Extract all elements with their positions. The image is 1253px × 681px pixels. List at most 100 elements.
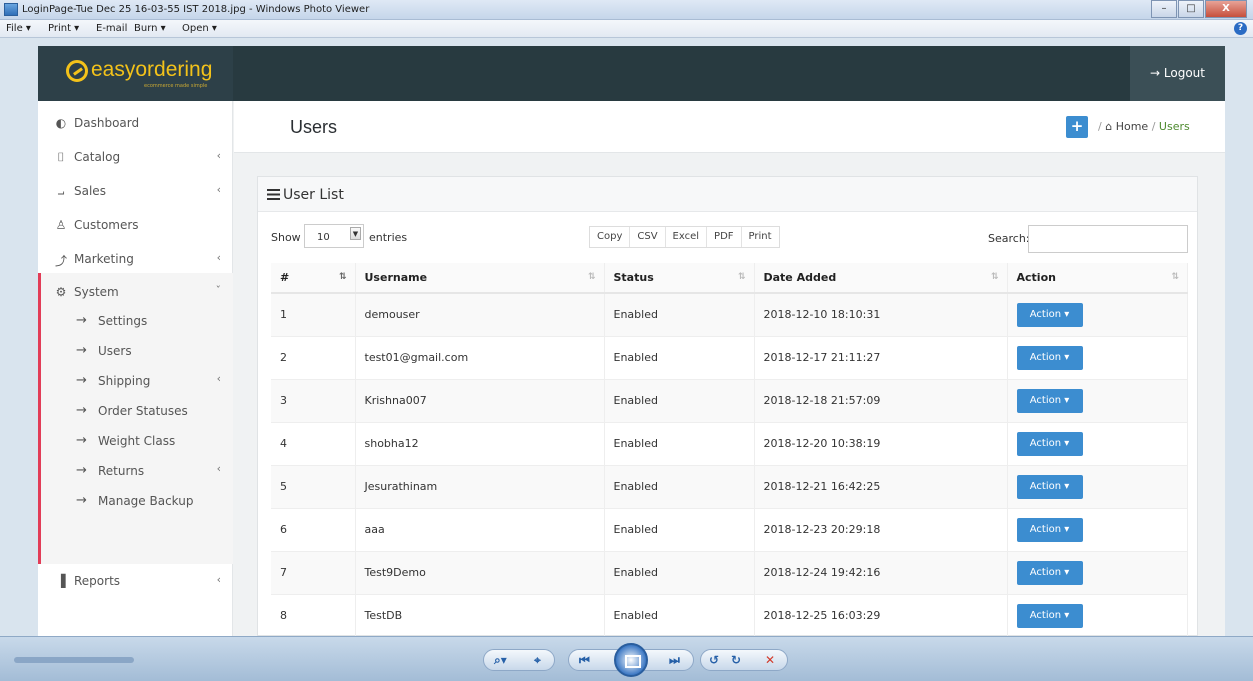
- cell-date-added: 2018-12-17 21:11:27: [754, 336, 1008, 380]
- column-header-date-added[interactable]: Date Added ⇅: [754, 263, 1008, 294]
- panel-title: User List: [267, 187, 344, 203]
- minimize-button[interactable]: –: [1151, 0, 1177, 18]
- cell-id: 1: [271, 293, 356, 337]
- entries-length-value: 10: [317, 232, 330, 243]
- maximize-button[interactable]: □: [1178, 0, 1204, 18]
- zoom-icon[interactable]: ⌕▾: [494, 653, 507, 668]
- cell-id: 8: [271, 594, 356, 638]
- sidebar-item-marketing[interactable]: ⤴ Marketing ‹: [38, 243, 233, 277]
- sidebar-subitem-label: Users: [98, 344, 132, 358]
- search-input[interactable]: [1028, 225, 1188, 253]
- sidebar-item-catalog[interactable]: ⌷ Catalog ‹: [38, 141, 233, 175]
- action-dropdown-button[interactable]: Action ▾: [1016, 388, 1083, 413]
- table-row: 8 TestDB Enabled 2018-12-25 16:03:29 Act…: [271, 594, 1188, 638]
- cell-username: test01@gmail.com: [355, 336, 605, 380]
- cell-action: Action ▾: [1007, 508, 1188, 552]
- cell-username: Test9Demo: [355, 551, 605, 595]
- sidebar-item-reports[interactable]: ▐ Reports ‹: [38, 565, 233, 599]
- cell-id: 5: [271, 465, 356, 509]
- print-button[interactable]: Print: [742, 227, 779, 247]
- action-dropdown-button[interactable]: Action ▾: [1016, 517, 1083, 542]
- rotate-clockwise-icon[interactable]: ↻: [731, 653, 741, 667]
- slideshow-button[interactable]: [614, 643, 648, 677]
- cell-status: Enabled: [604, 379, 755, 423]
- cell-status: Enabled: [604, 422, 755, 466]
- column-header-username[interactable]: Username ⇅: [355, 263, 605, 294]
- action-dropdown-button[interactable]: Action ▾: [1016, 431, 1083, 456]
- sidebar-item-customers[interactable]: ♙ Customers: [38, 209, 233, 243]
- sidebar-subitem-order-statuses[interactable]: → Order Statuses: [38, 397, 233, 427]
- show-label: Show: [271, 231, 301, 244]
- cell-date-added: 2018-12-10 18:10:31: [754, 293, 1008, 337]
- cell-id: 6: [271, 508, 356, 552]
- sidebar-subitem-manage-backup[interactable]: → Manage Backup: [38, 487, 233, 517]
- menu-burn[interactable]: Burn ▾: [134, 23, 166, 34]
- delete-icon[interactable]: ✕: [765, 653, 775, 667]
- menu-email[interactable]: E-mail: [96, 23, 127, 34]
- excel-button[interactable]: Excel: [666, 227, 708, 247]
- sidebar-item-dashboard[interactable]: ◐ Dashboard: [38, 107, 233, 141]
- action-dropdown-button[interactable]: Action ▾: [1016, 345, 1083, 370]
- sidebar-item-system[interactable]: ⚙ System ˇ: [38, 276, 233, 310]
- breadcrumb-home-link[interactable]: ⌂ Home: [1105, 120, 1148, 133]
- column-header-label: Date Added: [763, 271, 837, 284]
- close-window-button[interactable]: X: [1205, 0, 1247, 18]
- breadcrumb-separator: /: [1151, 120, 1156, 133]
- actual-size-icon[interactable]: ⌖: [534, 653, 541, 668]
- action-dropdown-button[interactable]: Action ▾: [1016, 302, 1083, 327]
- cell-date-added: 2018-12-24 19:42:16: [754, 551, 1008, 595]
- cell-action: Action ▾: [1007, 293, 1188, 337]
- sort-icon: ⇅: [338, 272, 347, 282]
- cell-date-added: 2018-12-20 10:38:19: [754, 422, 1008, 466]
- column-header-action[interactable]: Action ⇅: [1007, 263, 1188, 294]
- tag-icon: ⌷: [57, 150, 65, 164]
- dashboard-icon: ◐: [55, 116, 67, 130]
- sidebar-item-label: Customers: [74, 218, 139, 232]
- menu-print[interactable]: Print ▾: [48, 23, 79, 34]
- dropdown-arrow-icon: ▼: [350, 227, 361, 240]
- entries-length-select[interactable]: 10 ▼: [304, 224, 364, 248]
- edit-group: ↺ ↻ ✕: [700, 649, 788, 671]
- sidebar-item-label: Marketing: [74, 252, 134, 266]
- next-icon[interactable]: ⏭: [669, 653, 680, 668]
- arrow-right-icon: →: [76, 343, 87, 358]
- action-dropdown-button[interactable]: Action ▾: [1016, 603, 1083, 628]
- add-user-button[interactable]: +: [1066, 116, 1088, 138]
- sidebar-subitem-label: Settings: [98, 314, 148, 328]
- previous-icon[interactable]: ⏮: [579, 653, 590, 668]
- cell-date-added: 2018-12-21 16:42:25: [754, 465, 1008, 509]
- logo[interactable]: easyordering ecommerce made simple: [38, 46, 233, 101]
- sort-icon: ⇅: [990, 272, 999, 282]
- copy-button[interactable]: Copy: [590, 227, 631, 247]
- arrow-right-icon: →: [76, 493, 87, 508]
- sort-icon: ⇅: [737, 272, 746, 282]
- action-dropdown-button[interactable]: Action ▾: [1016, 474, 1083, 499]
- cell-date-added: 2018-12-25 16:03:29: [754, 594, 1008, 638]
- sidebar-subitem-returns[interactable]: → Returns ‹: [38, 457, 233, 487]
- sidebar-subitem-shipping[interactable]: → Shipping ‹: [38, 367, 233, 397]
- window-title: LoginPage-Tue Dec 25 16-03-55 IST 2018.j…: [22, 4, 370, 15]
- cell-username: demouser: [355, 293, 605, 337]
- logout-button[interactable]: → Logout: [1130, 46, 1225, 101]
- chevron-left-icon: ‹: [216, 462, 221, 475]
- chevron-down-icon: ˇ: [215, 284, 222, 297]
- sidebar-item-sales[interactable]: ⨼ Sales ‹: [38, 175, 233, 209]
- csv-button[interactable]: CSV: [630, 227, 666, 247]
- rotate-counterclockwise-icon[interactable]: ↺: [709, 653, 719, 667]
- column-header-status[interactable]: Status ⇅: [604, 263, 755, 294]
- column-header-label: Action: [1016, 271, 1056, 284]
- sidebar-subitem-settings[interactable]: → Settings: [38, 307, 233, 337]
- sidebar-subitem-label: Returns: [98, 464, 145, 478]
- help-icon[interactable]: ?: [1234, 22, 1247, 35]
- chevron-left-icon: ‹: [216, 251, 221, 264]
- pdf-button[interactable]: PDF: [707, 227, 742, 247]
- arrow-right-icon: →: [76, 313, 87, 328]
- sidebar-subitem-weight-class[interactable]: → Weight Class: [38, 427, 233, 457]
- cell-username: Jesurathinam: [355, 465, 605, 509]
- action-dropdown-button[interactable]: Action ▾: [1016, 560, 1083, 585]
- menu-open[interactable]: Open ▾: [182, 23, 217, 34]
- chevron-left-icon: ‹: [216, 573, 221, 586]
- menu-file[interactable]: File ▾: [6, 23, 31, 34]
- column-header-id[interactable]: # ⇅: [271, 263, 356, 294]
- sidebar-subitem-users[interactable]: → Users: [38, 337, 233, 367]
